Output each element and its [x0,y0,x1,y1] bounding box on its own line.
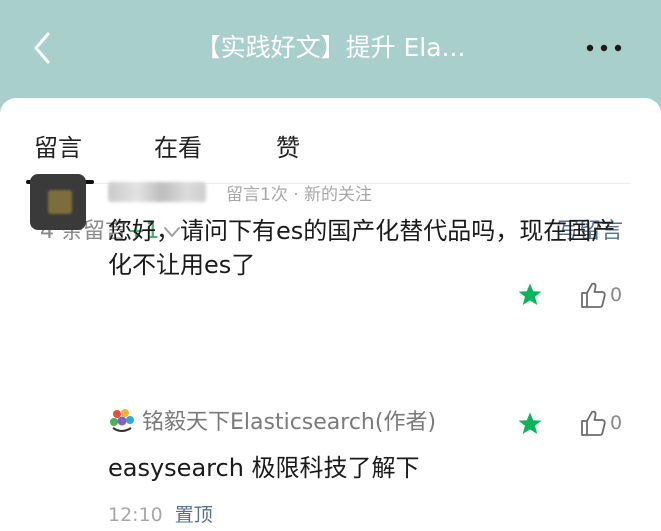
featured-star-icon[interactable] [517,411,543,437]
comment-text: 您好，请问下有es的国产化替代品吗，现在国产化不让用es了 [108,217,616,279]
commenter-name-blurred [108,182,206,202]
chevron-left-icon [34,32,50,64]
back-button[interactable] [26,28,60,68]
featured-star-icon[interactable] [517,282,543,308]
avatar-image [48,190,72,214]
reply-footer: 12:10 置顶 [108,500,213,527]
tab-likes[interactable]: 赞 [276,128,300,163]
reply-author[interactable]: 铭毅天下Elasticsearch(作者) [142,404,436,436]
more-dots-icon [586,44,622,52]
reply-time: 12:10 [108,504,163,526]
tab-watching[interactable]: 在看 [154,128,202,163]
thumbs-up-icon [581,410,606,436]
reply-like-count: 0 [610,412,623,434]
comment-like-count: 0 [610,284,623,306]
commenter-avatar[interactable] [30,174,86,230]
tab-comments[interactable]: 留言 [34,128,82,163]
top-bar: 【实践好文】提升 Ela... [0,0,661,100]
pin-button[interactable]: 置顶 [175,504,213,526]
tab-bar: 留言 在看 赞 [26,98,631,184]
commenter-meta: 留言1次 · 新的关注 [226,185,373,205]
reply-text: easysearch 极限科技了解下 [108,454,420,482]
thumbs-up-icon [581,282,606,308]
article-title: 【实践好文】提升 Ela... [195,33,466,62]
author-avatar-icon [110,409,134,432]
more-button[interactable] [582,36,626,60]
